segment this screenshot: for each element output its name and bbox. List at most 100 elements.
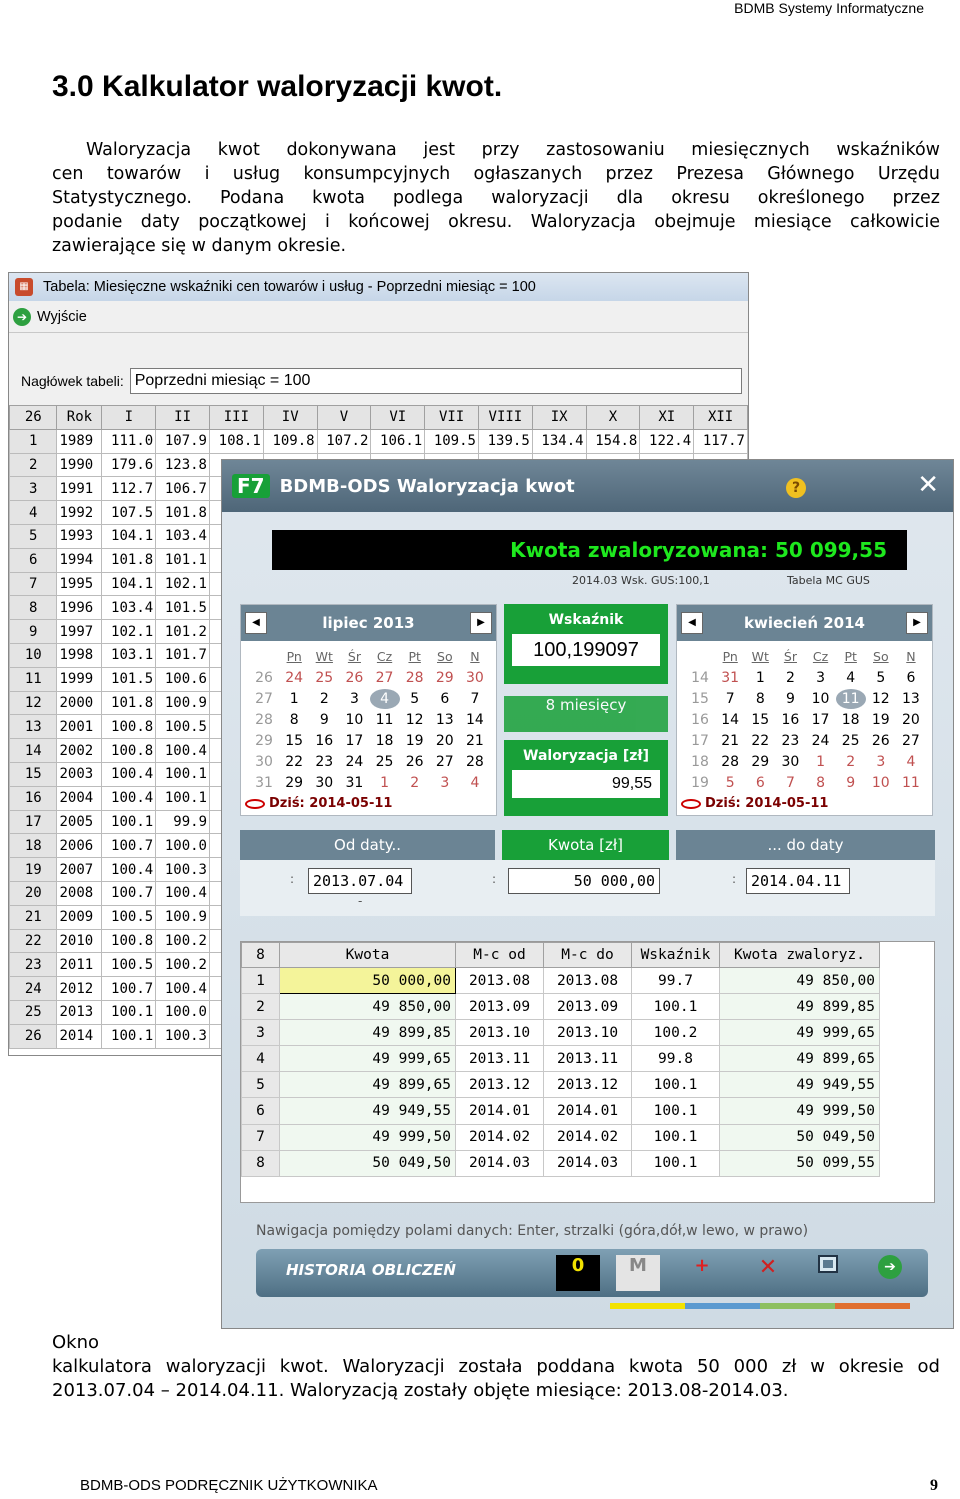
calendar-day[interactable]: 18: [370, 731, 400, 751]
today-link[interactable]: Dziś: 2014-05-11: [245, 796, 392, 811]
today-link[interactable]: Dziś: 2014-05-11: [681, 796, 828, 811]
table-row[interactable]: 3 49 899,85 2013.10 2013.10 100.2 49 999,65: [241, 1019, 880, 1047]
calendar-day[interactable]: 10: [866, 773, 896, 793]
calendar-day[interactable]: 2: [400, 773, 430, 793]
calendar-day[interactable]: 24: [279, 668, 309, 688]
table-row[interactable]: 8 50 049,50 2014.03 2014.03 100.1 50 099,55: [241, 1149, 880, 1177]
close-icon[interactable]: ✕: [917, 470, 939, 500]
calendar-day[interactable]: 26: [339, 668, 369, 688]
calendar-day[interactable]: 30: [309, 773, 339, 793]
table-row[interactable]: 2 49 850,00 2013.09 2013.09 100.1 49 899,85: [241, 993, 880, 1021]
memory-button[interactable]: M: [616, 1255, 660, 1291]
calendar-day[interactable]: 2: [775, 668, 805, 688]
calendar-day[interactable]: 3: [430, 773, 460, 793]
table-row[interactable]: 4 49 999,65 2013.11 2013.11 99.8 49 899,65: [241, 1045, 880, 1073]
calendar-day[interactable]: 1: [279, 689, 309, 709]
calendar-day[interactable]: 5: [400, 689, 430, 709]
calendar-day[interactable]: 14: [715, 710, 745, 730]
calendar-day[interactable]: 22: [745, 731, 775, 751]
calendar-day[interactable]: 21: [460, 731, 490, 751]
calendar-day[interactable]: 26: [400, 752, 430, 772]
calendar-day[interactable]: 9: [775, 689, 805, 709]
calendar-day[interactable]: 30: [775, 752, 805, 772]
calendar-day[interactable]: 26: [866, 731, 896, 751]
calendar-day[interactable]: 15: [745, 710, 775, 730]
calendar-day[interactable]: 2: [309, 689, 339, 709]
to-date-input[interactable]: 2014.04.11: [746, 868, 850, 894]
confirm-icon[interactable]: ➔: [868, 1255, 912, 1291]
header-input[interactable]: [129, 368, 742, 394]
calendar-day[interactable]: 31: [339, 773, 369, 793]
calendar-day[interactable]: 3: [806, 668, 836, 688]
calendar-day[interactable]: 28: [460, 752, 490, 772]
calendar-day[interactable]: 1: [806, 752, 836, 772]
table-row[interactable]: 1 50 000,00 2013.08 2013.08 99.7 49 850,00: [241, 966, 880, 995]
calendar-day[interactable]: 20: [430, 731, 460, 751]
calendar-day[interactable]: 28: [715, 752, 745, 772]
calendar-day[interactable]: 31: [715, 668, 745, 688]
table-row[interactable]: 1 1989 111.0 107.9 108.1 109.8 107.2 106.1 109.5…: [9, 428, 748, 454]
calendar-day[interactable]: 9: [309, 710, 339, 730]
next-month-icon[interactable]: ▶: [905, 612, 928, 634]
amount-input[interactable]: 50 000,00: [508, 868, 660, 894]
calendar-day[interactable]: 16: [775, 710, 805, 730]
calendar-day[interactable]: 29: [745, 752, 775, 772]
table-row[interactable]: 7 49 999,50 2014.02 2014.02 100.1 50 049,50: [241, 1123, 880, 1151]
calendar-day[interactable]: 21: [715, 731, 745, 751]
calendar-day[interactable]: 4: [836, 668, 866, 688]
calendar-day[interactable]: 23: [309, 752, 339, 772]
table-row[interactable]: 5 49 899,65 2013.12 2013.12 100.1 49 949,55: [241, 1071, 880, 1099]
exit-button[interactable]: ➔ Wyjście: [13, 307, 87, 326]
calendar-day[interactable]: 6: [896, 668, 926, 688]
calendar-day[interactable]: 11: [370, 710, 400, 730]
prev-month-icon[interactable]: ◀: [245, 612, 267, 634]
calendar-day[interactable]: 4: [369, 689, 400, 709]
calendar-day[interactable]: 19: [866, 710, 896, 730]
calendar-day[interactable]: 11: [835, 689, 866, 709]
help-icon[interactable]: ?: [786, 478, 806, 498]
calendar-day[interactable]: 27: [370, 668, 400, 688]
calendar-day[interactable]: 5: [715, 773, 745, 793]
calendar-day[interactable]: 8: [745, 689, 775, 709]
calendar-day[interactable]: 1: [370, 773, 400, 793]
calendar-day[interactable]: 20: [896, 710, 926, 730]
calendar-day[interactable]: 13: [430, 710, 460, 730]
calendar-day[interactable]: 10: [339, 710, 369, 730]
calendar-day[interactable]: 7: [715, 689, 745, 709]
calendar-day[interactable]: 2: [836, 752, 866, 772]
calendar-day[interactable]: 27: [430, 752, 460, 772]
calendar-day[interactable]: 1: [745, 668, 775, 688]
calendar-day[interactable]: 11: [896, 773, 926, 793]
calendar-day[interactable]: 6: [745, 773, 775, 793]
delete-icon[interactable]: ✕: [746, 1255, 790, 1291]
calendar-day[interactable]: 23: [775, 731, 805, 751]
calendar-day[interactable]: 27: [896, 731, 926, 751]
calendar-day[interactable]: 17: [339, 731, 369, 751]
calendar-day[interactable]: 9: [836, 773, 866, 793]
calendar-day[interactable]: 8: [279, 710, 309, 730]
next-month-icon[interactable]: ▶: [469, 612, 492, 634]
memory-zero-button[interactable]: 0: [556, 1255, 600, 1291]
calendar-day[interactable]: 25: [309, 668, 339, 688]
calendar-day[interactable]: 12: [866, 689, 896, 709]
prev-month-icon[interactable]: ◀: [681, 612, 703, 634]
calendar-day[interactable]: 16: [309, 731, 339, 751]
from-date-input[interactable]: 2013.07.04: [308, 868, 412, 894]
calendar-day[interactable]: 6: [430, 689, 460, 709]
calendar-day[interactable]: 29: [430, 668, 460, 688]
calendar-day[interactable]: 30: [460, 668, 490, 688]
calendar-day[interactable]: 3: [339, 689, 369, 709]
calendar-day[interactable]: 19: [400, 731, 430, 751]
calendar-day[interactable]: 8: [806, 773, 836, 793]
calendar-day[interactable]: 17: [806, 710, 836, 730]
history-button[interactable]: HISTORIA OBLICZEŃ: [286, 1261, 456, 1279]
calendar-day[interactable]: 3: [866, 752, 896, 772]
calendar-day[interactable]: 4: [896, 752, 926, 772]
export-icon[interactable]: [806, 1255, 850, 1291]
calendar-day[interactable]: 29: [279, 773, 309, 793]
add-icon[interactable]: +: [680, 1255, 724, 1291]
calendar-day[interactable]: 18: [836, 710, 866, 730]
calendar-day[interactable]: 10: [806, 689, 836, 709]
calendar-day[interactable]: 25: [836, 731, 866, 751]
calendar-day[interactable]: 5: [866, 668, 896, 688]
